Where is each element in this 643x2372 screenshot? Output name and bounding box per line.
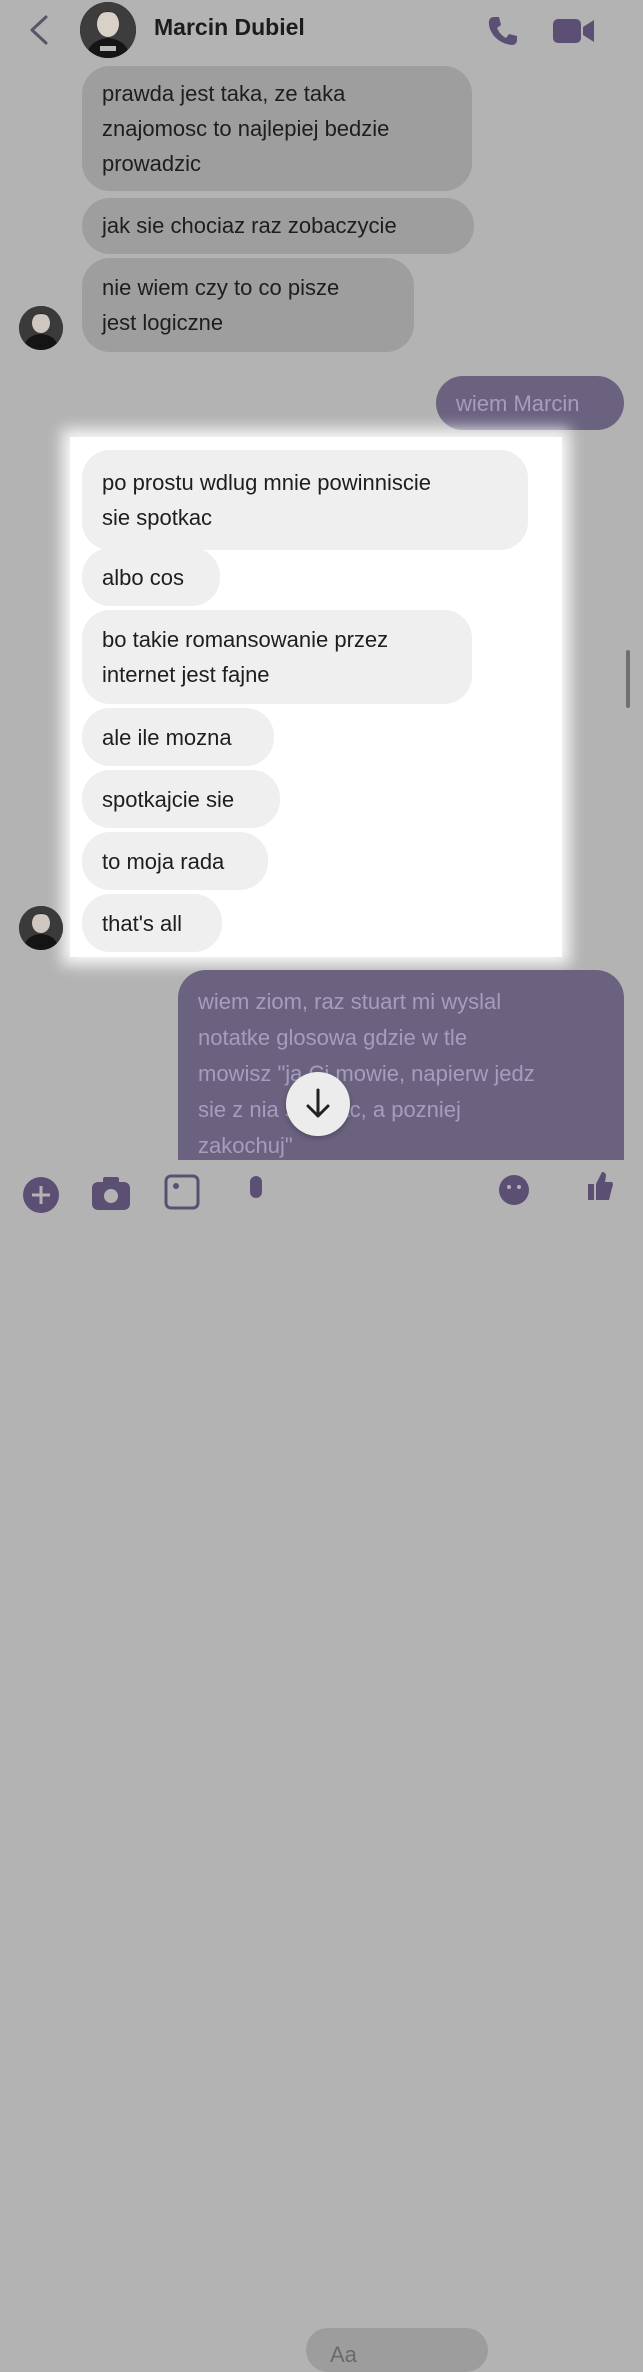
message-line: ale ile mozna	[102, 725, 232, 750]
gallery-icon[interactable]	[164, 1174, 200, 1210]
microphone-icon[interactable]	[244, 1174, 268, 1210]
avatar-photo-icon	[80, 2, 136, 58]
scroll-to-bottom-button[interactable]	[286, 1072, 350, 1136]
video-call-icon[interactable]	[552, 16, 596, 46]
message-line: nie wiem czy to co pisze	[102, 275, 340, 300]
phone-call-icon[interactable]	[486, 14, 520, 48]
message-line: po prostu wdlug mnie powinniscie	[102, 470, 431, 495]
message-bubble-incoming[interactable]: albo cos	[82, 548, 220, 606]
message-bubble-outgoing[interactable]: wiem ziom, raz stuart mi wyslal notatke …	[178, 970, 624, 1160]
sender-avatar[interactable]	[19, 306, 63, 350]
message-line: internet jest fajne	[102, 662, 270, 687]
message-line: prawda jest taka, ze taka	[102, 81, 346, 106]
message-bubble-outgoing[interactable]: wiem Marcin	[436, 376, 624, 430]
message-line: to moja rada	[102, 849, 225, 874]
contact-avatar[interactable]	[80, 2, 136, 58]
message-line: bo takie romansowanie przez	[102, 627, 389, 652]
avatar-photo-icon	[19, 906, 63, 950]
contact-name[interactable]: Marcin Dubiel	[154, 14, 305, 41]
message-line: that's all	[102, 911, 183, 936]
message-line: znajomosc to najlepiej bedzie	[102, 116, 390, 141]
message-line: albo cos	[102, 565, 184, 590]
message-line: jest logiczne	[102, 310, 224, 335]
message-line: sie spotkac	[102, 505, 213, 530]
emoji-icon[interactable]	[498, 1174, 530, 1206]
message-bubble-incoming[interactable]: to moja rada	[82, 832, 268, 890]
chat-header: Marcin Dubiel	[0, 0, 643, 60]
message-line: wiem ziom, raz stuart mi wyslal	[198, 989, 502, 1014]
avatar-photo-icon	[19, 306, 63, 350]
message-input-placeholder: Aa	[330, 2342, 357, 2367]
plus-icon[interactable]	[22, 1176, 60, 1214]
message-line: sie z nia spotkac, a pozniej	[198, 1097, 461, 1122]
sender-avatar[interactable]	[19, 906, 63, 950]
message-line: prowadzic	[102, 151, 202, 176]
arrow-down-icon	[306, 1088, 330, 1118]
message-line: spotkajcie sie	[102, 787, 235, 812]
thumbs-up-icon[interactable]	[584, 1170, 614, 1200]
message-bubble-incoming[interactable]: bo takie romansowanie przez internet jes…	[82, 610, 472, 704]
message-line: wiem Marcin	[456, 391, 580, 416]
message-bubble-incoming[interactable]: spotkajcie sie	[82, 770, 280, 828]
message-line: mowisz "ja Ci mowie, napierw jedz	[198, 1061, 535, 1086]
message-bubble-incoming[interactable]: jak sie chociaz raz zobaczycie	[82, 198, 474, 254]
message-line: notatke glosowa gdzie w tle	[198, 1025, 468, 1050]
message-line: zakochuj"	[198, 1133, 293, 1158]
camera-icon[interactable]	[90, 1176, 132, 1210]
message-input[interactable]: Aa	[306, 2328, 488, 2372]
message-bubble-incoming[interactable]: po prostu wdlug mnie powinniscie sie spo…	[82, 450, 528, 550]
message-line: jak sie chociaz raz zobaczycie	[102, 213, 397, 238]
message-bubble-incoming[interactable]: nie wiem czy to co pisze jest logiczne	[82, 258, 414, 352]
message-bubble-incoming[interactable]: prawda jest taka, ze taka znajomosc to n…	[82, 66, 472, 191]
composer-toolbar: Aa	[0, 1160, 643, 2372]
scrollbar-thumb[interactable]	[626, 650, 630, 708]
message-bubble-incoming[interactable]: that's all	[82, 894, 222, 952]
back-chevron-icon[interactable]	[26, 14, 52, 46]
message-bubble-incoming[interactable]: ale ile mozna	[82, 708, 274, 766]
